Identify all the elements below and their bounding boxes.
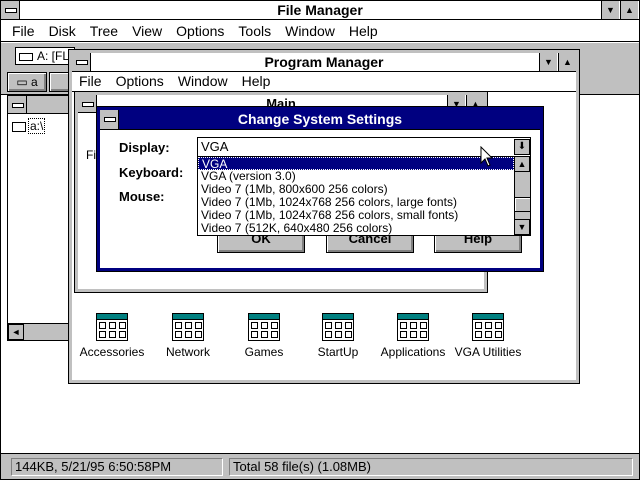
pm-menu-file[interactable]: File bbox=[72, 72, 109, 91]
tree-scroll-left-arrow[interactable]: ◄ bbox=[8, 324, 24, 340]
program-manager-maximize-button[interactable]: ▲ bbox=[558, 53, 576, 71]
pm-menu-help[interactable]: Help bbox=[235, 72, 278, 91]
mouse-pointer-icon bbox=[480, 146, 494, 167]
drive-selector-label: A: [FL bbox=[37, 49, 70, 63]
drive-selector[interactable]: A: [FL bbox=[15, 47, 75, 65]
display-list-scrollbar[interactable]: ▲ ▼ bbox=[514, 157, 530, 235]
keyboard-label: Keyboard: bbox=[119, 165, 184, 180]
program-group-icon bbox=[248, 313, 280, 341]
tree-root-label: a:\ bbox=[28, 118, 46, 134]
file-manager-system-menu-button[interactable] bbox=[1, 1, 20, 19]
change-system-settings-dialog: Change System Settings Display: Keyboard… bbox=[96, 106, 544, 272]
file-manager-title: File Manager bbox=[277, 2, 363, 18]
file-manager-menubar: File Disk Tree View Options Tools Window Help bbox=[1, 22, 639, 42]
program-group-icon bbox=[172, 313, 204, 341]
program-group-label: VGA Utilities bbox=[454, 345, 522, 359]
dialog-system-menu-button[interactable] bbox=[100, 110, 119, 129]
program-manager-title: Program Manager bbox=[264, 54, 384, 70]
program-group-icon bbox=[397, 313, 429, 341]
dialog-title: Change System Settings bbox=[237, 111, 403, 127]
fm-menu-view[interactable]: View bbox=[125, 22, 169, 41]
drive-a-button[interactable]: ▭ a bbox=[7, 72, 47, 92]
program-group-icon bbox=[96, 313, 128, 341]
program-group-label: Accessories bbox=[79, 345, 145, 359]
program-group-accessories[interactable]: Accessories bbox=[72, 311, 152, 363]
scroll-up-arrow[interactable]: ▲ bbox=[514, 157, 530, 172]
tree-window-system-menu-button[interactable] bbox=[8, 96, 27, 113]
fm-menu-tools[interactable]: Tools bbox=[231, 22, 278, 41]
tree-root-item[interactable]: a:\ bbox=[12, 118, 46, 134]
display-dropdown-button[interactable]: ⬇ bbox=[514, 139, 530, 155]
pm-menu-window[interactable]: Window bbox=[171, 72, 235, 91]
drive-icon bbox=[19, 52, 33, 61]
program-group-label: Games bbox=[244, 345, 284, 359]
drive-c-button[interactable] bbox=[49, 72, 71, 92]
file-manager-maximize-button[interactable]: ▲ bbox=[620, 1, 638, 19]
program-manager-system-menu-button[interactable] bbox=[72, 53, 91, 71]
program-group-applications[interactable]: Applications bbox=[373, 311, 453, 363]
fm-menu-options[interactable]: Options bbox=[169, 22, 231, 41]
program-group-games[interactable]: Games bbox=[224, 311, 304, 363]
program-group-label: Network bbox=[165, 345, 210, 359]
program-manager-menubar: File Options Window Help bbox=[72, 72, 576, 92]
program-group-vga-utilities[interactable]: VGA Utilities bbox=[445, 311, 531, 363]
program-manager-titlebar[interactable]: Program Manager ▼ ▲ bbox=[72, 53, 576, 72]
tree-horizontal-scrollbar[interactable]: ◄ bbox=[8, 323, 72, 340]
dialog-titlebar[interactable]: Change System Settings bbox=[100, 110, 540, 130]
program-group-icon bbox=[322, 313, 354, 341]
display-option[interactable]: Video 7 (512K, 640x480 256 colors) bbox=[198, 222, 392, 235]
pm-menu-options[interactable]: Options bbox=[109, 72, 171, 91]
fm-menu-tree[interactable]: Tree bbox=[83, 22, 125, 41]
status-selected-info: 144KB, 5/21/95 6:50:58PM bbox=[11, 458, 223, 476]
scroll-thumb[interactable] bbox=[515, 197, 530, 212]
file-manager-titlebar[interactable]: File Manager ▼ ▲ bbox=[1, 1, 639, 20]
program-group-startup[interactable]: StartUp bbox=[298, 311, 378, 363]
fm-menu-window[interactable]: Window bbox=[278, 22, 342, 41]
fm-menu-disk[interactable]: Disk bbox=[42, 22, 83, 41]
file-manager-minimize-button[interactable]: ▼ bbox=[601, 1, 619, 19]
status-total-info: Total 58 file(s) (1.08MB) bbox=[229, 458, 633, 476]
program-manager-minimize-button[interactable]: ▼ bbox=[539, 53, 557, 71]
program-group-icon bbox=[472, 313, 504, 341]
main-group-system-menu-button[interactable] bbox=[78, 95, 97, 112]
tree-window-titlebar[interactable] bbox=[8, 96, 72, 114]
folder-icon bbox=[12, 121, 26, 132]
scroll-down-arrow[interactable]: ▼ bbox=[514, 219, 530, 235]
mouse-label: Mouse: bbox=[119, 189, 165, 204]
display-combobox-value: VGA bbox=[201, 139, 229, 154]
display-label: Display: bbox=[119, 140, 170, 155]
directory-tree-window: a:\ ◄ bbox=[7, 95, 73, 341]
display-dropdown-list[interactable]: VGA VGA (version 3.0) Video 7 (1Mb, 800x… bbox=[197, 156, 531, 236]
fm-menu-help[interactable]: Help bbox=[342, 22, 385, 41]
program-group-label: StartUp bbox=[317, 345, 359, 359]
program-group-network[interactable]: Network bbox=[148, 311, 228, 363]
program-group-label: Applications bbox=[380, 345, 446, 359]
file-manager-statusbar: 144KB, 5/21/95 6:50:58PM Total 58 file(s… bbox=[1, 453, 639, 479]
fm-menu-file[interactable]: File bbox=[5, 22, 42, 41]
